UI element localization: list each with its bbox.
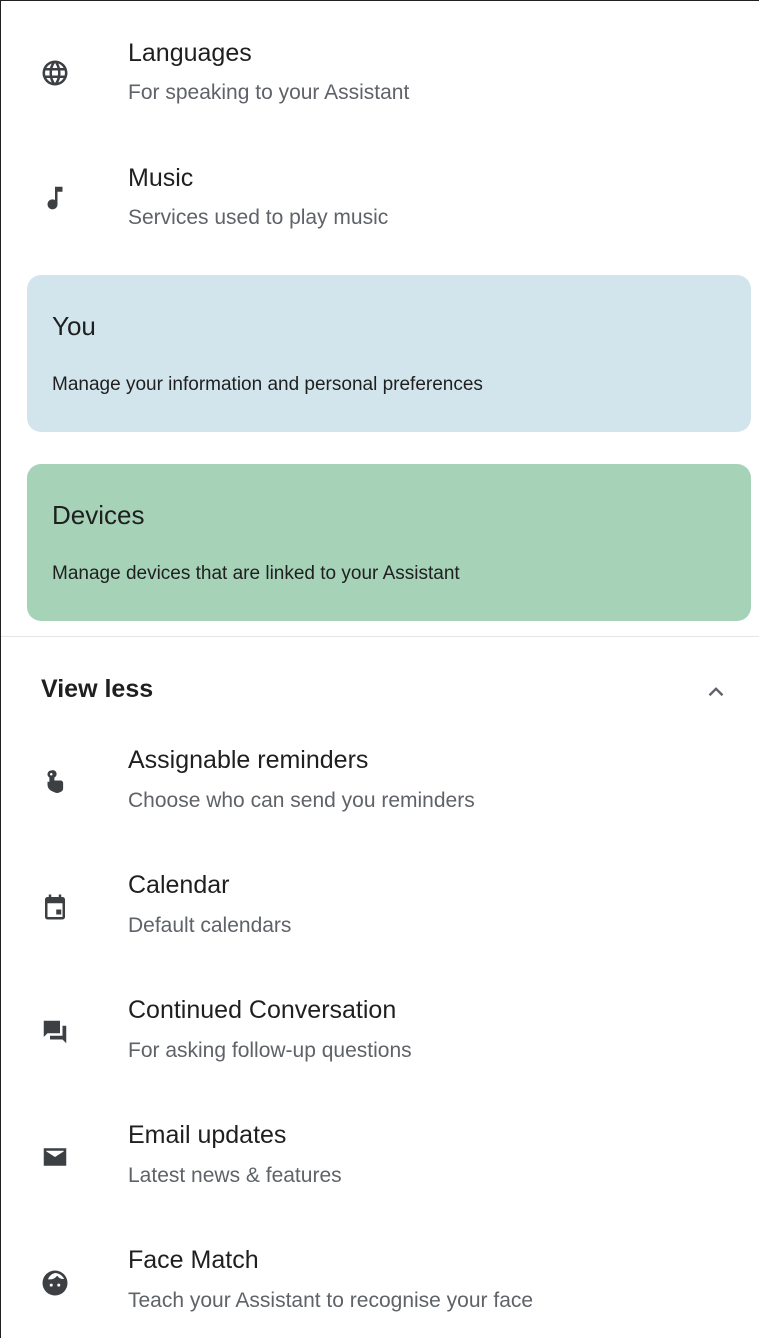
you-card[interactable]: You Manage your information and personal…: [27, 275, 751, 432]
setting-subtitle: For asking follow-up questions: [128, 1039, 412, 1062]
settings-screen: Languages For speaking to your Assistant…: [0, 0, 759, 1338]
setting-subtitle: Latest news & features: [128, 1164, 342, 1187]
card-description: Manage your information and personal pre…: [52, 374, 483, 395]
card-description: Manage devices that are linked to your A…: [52, 563, 460, 584]
music-note-icon: [35, 178, 75, 218]
setting-subtitle: Services used to play music: [128, 206, 389, 229]
face-icon: [35, 1263, 75, 1303]
setting-title: Email updates: [128, 1121, 287, 1149]
globe-icon: [35, 53, 75, 93]
devices-card[interactable]: Devices Manage devices that are linked t…: [27, 464, 751, 621]
view-less-toggle[interactable]: View less: [1, 661, 759, 721]
card-title: You: [52, 311, 96, 341]
view-less-label: View less: [41, 675, 154, 703]
setting-title: Calendar: [128, 871, 230, 899]
section-divider: [1, 636, 759, 637]
chat-bubbles-icon: [35, 1012, 75, 1052]
setting-subtitle: Default calendars: [128, 914, 292, 937]
setting-languages[interactable]: Languages For speaking to your Assistant: [1, 19, 759, 129]
setting-assignable-reminders[interactable]: Assignable reminders Choose who can send…: [1, 728, 759, 838]
setting-face-match[interactable]: Face Match Teach your Assistant to recog…: [1, 1228, 759, 1338]
chevron-up-icon: [703, 679, 729, 705]
setting-email-updates[interactable]: Email updates Latest news & features: [1, 1103, 759, 1213]
setting-subtitle: Choose who can send you reminders: [128, 789, 475, 812]
setting-title: Face Match: [128, 1246, 259, 1274]
setting-music[interactable]: Music Services used to play music: [1, 144, 759, 254]
setting-subtitle: Teach your Assistant to recognise your f…: [128, 1289, 534, 1312]
setting-title: Assignable reminders: [128, 746, 369, 774]
setting-continued-conversation[interactable]: Continued Conversation For asking follow…: [1, 978, 759, 1088]
email-icon: [35, 1137, 75, 1177]
touch-reminder-icon: [35, 763, 75, 803]
calendar-icon: [35, 887, 75, 927]
setting-title: Continued Conversation: [128, 996, 397, 1024]
setting-subtitle: For speaking to your Assistant: [128, 81, 410, 104]
setting-title: Languages: [128, 39, 252, 67]
setting-calendar[interactable]: Calendar Default calendars: [1, 853, 759, 963]
card-title: Devices: [52, 500, 145, 530]
setting-title: Music: [128, 164, 194, 192]
